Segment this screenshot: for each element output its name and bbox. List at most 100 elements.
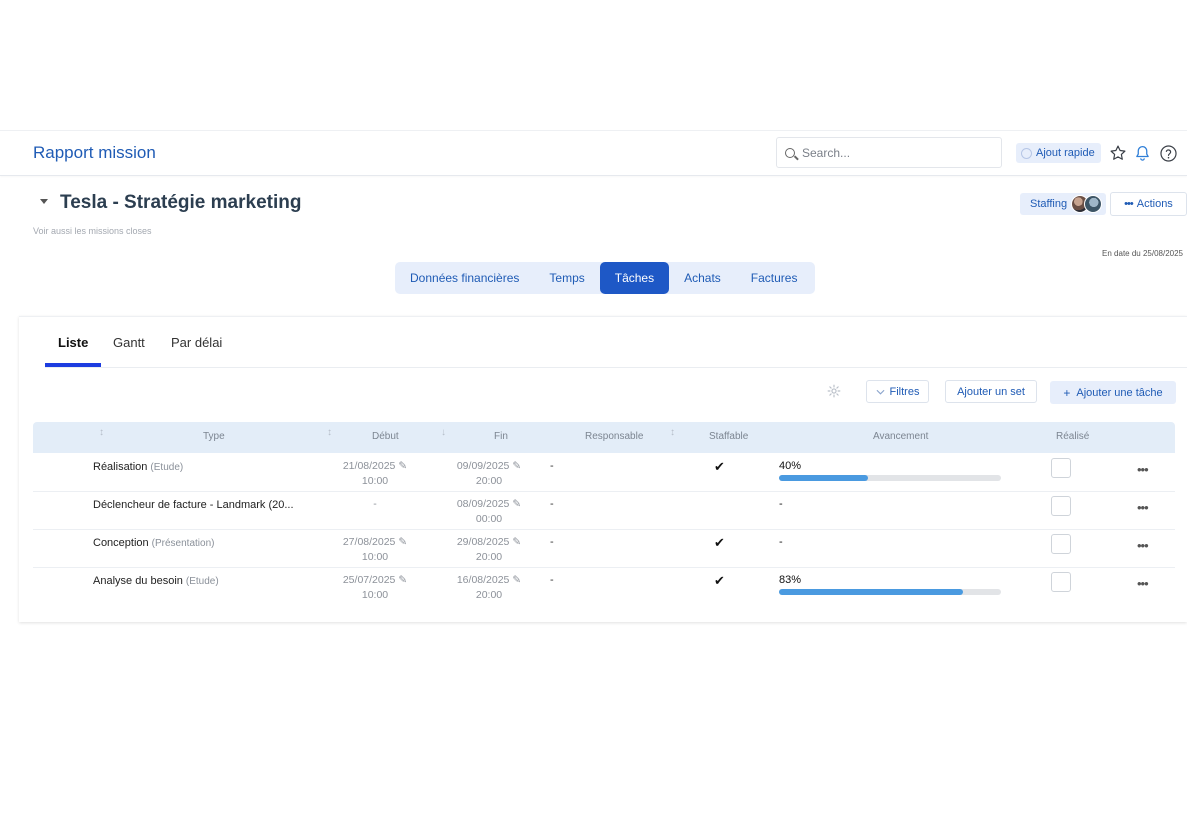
- end-date-text: 08/09/2025: [456, 498, 510, 510]
- collapse-caret-icon[interactable]: [40, 199, 48, 204]
- table-row[interactable]: Conception (Présentation) 27/08/2025 ✎ 10:…: [33, 530, 1175, 568]
- end-time: 20:00: [475, 475, 503, 487]
- col-type[interactable]: Type: [203, 431, 225, 442]
- progress-value: -: [779, 498, 783, 510]
- tasks-panel: Liste Gantt Par délai Filtres Ajouter un…: [19, 316, 1187, 622]
- more-dots-icon: •••: [1124, 198, 1134, 210]
- col-end[interactable]: Fin: [494, 431, 508, 442]
- actions-button[interactable]: ••• Actions: [1110, 192, 1187, 216]
- end-time: 00:00: [475, 513, 503, 525]
- progress-value: -: [779, 536, 783, 548]
- filters-button[interactable]: Filtres: [866, 380, 929, 403]
- plus-icon: +: [1063, 385, 1071, 400]
- task-type: (Etude): [185, 576, 219, 587]
- active-tab-underline: [45, 363, 101, 367]
- sort-down-icon[interactable]: ↓: [441, 427, 446, 438]
- edit-pencil-icon[interactable]: ✎: [512, 460, 521, 472]
- end-date: 29/08/2025 ✎ 20:00: [444, 535, 534, 565]
- tab-purchases[interactable]: Achats: [669, 262, 736, 294]
- owner[interactable]: -: [550, 536, 554, 548]
- tab-by-deadline[interactable]: Par délai: [171, 335, 222, 350]
- col-progress[interactable]: Avancement: [873, 431, 928, 442]
- progress-value: 40%: [779, 460, 802, 472]
- bell-icon[interactable]: [1131, 142, 1153, 164]
- top-header: Rapport mission Ajout rapide: [0, 130, 1187, 176]
- row-more-icon[interactable]: •••: [1137, 538, 1149, 553]
- start-date-text: 27/08/2025: [342, 536, 396, 548]
- edit-pencil-icon[interactable]: ✎: [398, 574, 407, 586]
- search-box[interactable]: [776, 137, 1002, 168]
- table-row[interactable]: Réalisation (Etude) 21/08/2025 ✎ 10:00 09/…: [33, 454, 1175, 492]
- done-checkbox[interactable]: [1051, 496, 1071, 516]
- owner[interactable]: -: [550, 498, 554, 510]
- tab-financial-data[interactable]: Données financières: [395, 262, 534, 294]
- owner[interactable]: -: [550, 574, 554, 586]
- quick-add-label: Ajout rapide: [1036, 147, 1095, 159]
- task-name-text: Réalisation: [93, 461, 148, 473]
- end-date-text: 09/09/2025: [456, 460, 510, 472]
- task-type: (Présentation): [151, 538, 215, 549]
- add-task-button[interactable]: + Ajouter une tâche: [1050, 381, 1176, 404]
- closed-missions-link[interactable]: Voir aussi les missions closes: [33, 226, 152, 236]
- end-date: 16/08/2025 ✎ 20:00: [444, 573, 534, 603]
- progress-bar: [779, 475, 1001, 481]
- col-done[interactable]: Réalisé: [1056, 431, 1089, 442]
- task-name[interactable]: Conception (Présentation): [93, 537, 214, 549]
- plus-circle-icon: [1021, 147, 1032, 159]
- col-owner[interactable]: Responsable: [585, 431, 643, 442]
- col-start[interactable]: Début: [372, 431, 399, 442]
- edit-pencil-icon[interactable]: ✎: [512, 574, 521, 586]
- view-tabs: Liste Gantt Par délai: [45, 317, 1187, 368]
- start-date-text: 25/07/2025: [342, 574, 396, 586]
- table-header: ↕ Type ↕ Début ↓ Fin Responsable ↕ Staff…: [33, 422, 1175, 453]
- tab-invoices[interactable]: Factures: [736, 262, 813, 294]
- page-title: Rapport mission: [33, 143, 156, 162]
- end-date: 08/09/2025 ✎ 00:00: [444, 497, 534, 527]
- page: Rapport mission Ajout rapide Tesla - Str…: [0, 0, 1187, 826]
- end-time: 20:00: [475, 589, 503, 601]
- task-name[interactable]: Réalisation (Etude): [93, 461, 183, 473]
- end-date-text: 29/08/2025: [456, 536, 510, 548]
- col-staffable[interactable]: Staffable: [709, 431, 748, 442]
- table-row[interactable]: Déclencheur de facture - Landmark (20...…: [33, 492, 1175, 530]
- sort-icon[interactable]: ↕: [99, 427, 104, 438]
- sort-icon[interactable]: ↕: [670, 427, 675, 438]
- task-name[interactable]: Analyse du besoin (Etude): [93, 575, 219, 587]
- filters-label: Filtres: [889, 385, 920, 398]
- edit-pencil-icon[interactable]: ✎: [398, 460, 407, 472]
- quick-add-button[interactable]: Ajout rapide: [1016, 143, 1101, 163]
- sort-icon[interactable]: ↕: [327, 427, 332, 438]
- task-name[interactable]: Déclencheur de facture - Landmark (20...: [93, 499, 297, 511]
- task-type: (Etude): [150, 462, 184, 473]
- done-checkbox[interactable]: [1051, 458, 1071, 478]
- staffing-button[interactable]: Staffing: [1020, 193, 1106, 215]
- done-checkbox[interactable]: [1051, 534, 1071, 554]
- end-date-text: 16/08/2025: [456, 574, 510, 586]
- start-date-text: -: [373, 498, 377, 510]
- tab-gantt[interactable]: Gantt: [113, 335, 145, 350]
- progress-fill: [779, 589, 964, 595]
- edit-pencil-icon[interactable]: ✎: [512, 536, 521, 548]
- tab-tasks[interactable]: Tâches: [599, 262, 670, 294]
- start-time: 10:00: [361, 551, 389, 563]
- tab-time[interactable]: Temps: [534, 262, 599, 294]
- tab-list[interactable]: Liste: [58, 335, 88, 350]
- mission-title: Tesla - Stratégie marketing: [60, 192, 302, 213]
- progress-fill: [779, 475, 868, 481]
- edit-pencil-icon[interactable]: ✎: [398, 536, 407, 548]
- staffable-check: ✔: [714, 535, 725, 550]
- owner[interactable]: -: [550, 460, 554, 472]
- search-icon: [785, 147, 795, 158]
- edit-pencil-icon[interactable]: ✎: [512, 498, 521, 510]
- start-date: 21/08/2025 ✎ 10:00: [330, 459, 420, 489]
- help-icon[interactable]: [1157, 142, 1179, 164]
- row-more-icon[interactable]: •••: [1137, 500, 1149, 515]
- add-set-button[interactable]: Ajouter un set: [945, 380, 1037, 403]
- row-more-icon[interactable]: •••: [1137, 576, 1149, 591]
- table-row[interactable]: Analyse du besoin (Etude) 25/07/2025 ✎ 10:…: [33, 568, 1175, 606]
- gear-icon[interactable]: [827, 384, 841, 398]
- star-icon[interactable]: [1107, 142, 1129, 164]
- search-input[interactable]: [802, 145, 992, 160]
- row-more-icon[interactable]: •••: [1137, 462, 1149, 477]
- done-checkbox[interactable]: [1051, 572, 1071, 592]
